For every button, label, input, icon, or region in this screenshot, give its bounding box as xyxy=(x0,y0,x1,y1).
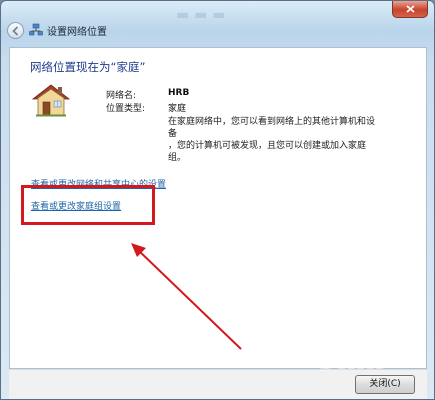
close-button[interactable]: 关闭(C) xyxy=(355,375,415,394)
dialog-window: ▬ ▬ ▬ 设置网络位置 网络位置现在为“家庭” 网络名: HRB 位置类型: … xyxy=(0,0,435,400)
watermark: ▣ ▪▪▪▪▪ xyxy=(319,357,385,373)
red-arrow-annotation xyxy=(131,243,242,350)
dialog-footer: 关闭(C) xyxy=(9,369,427,399)
